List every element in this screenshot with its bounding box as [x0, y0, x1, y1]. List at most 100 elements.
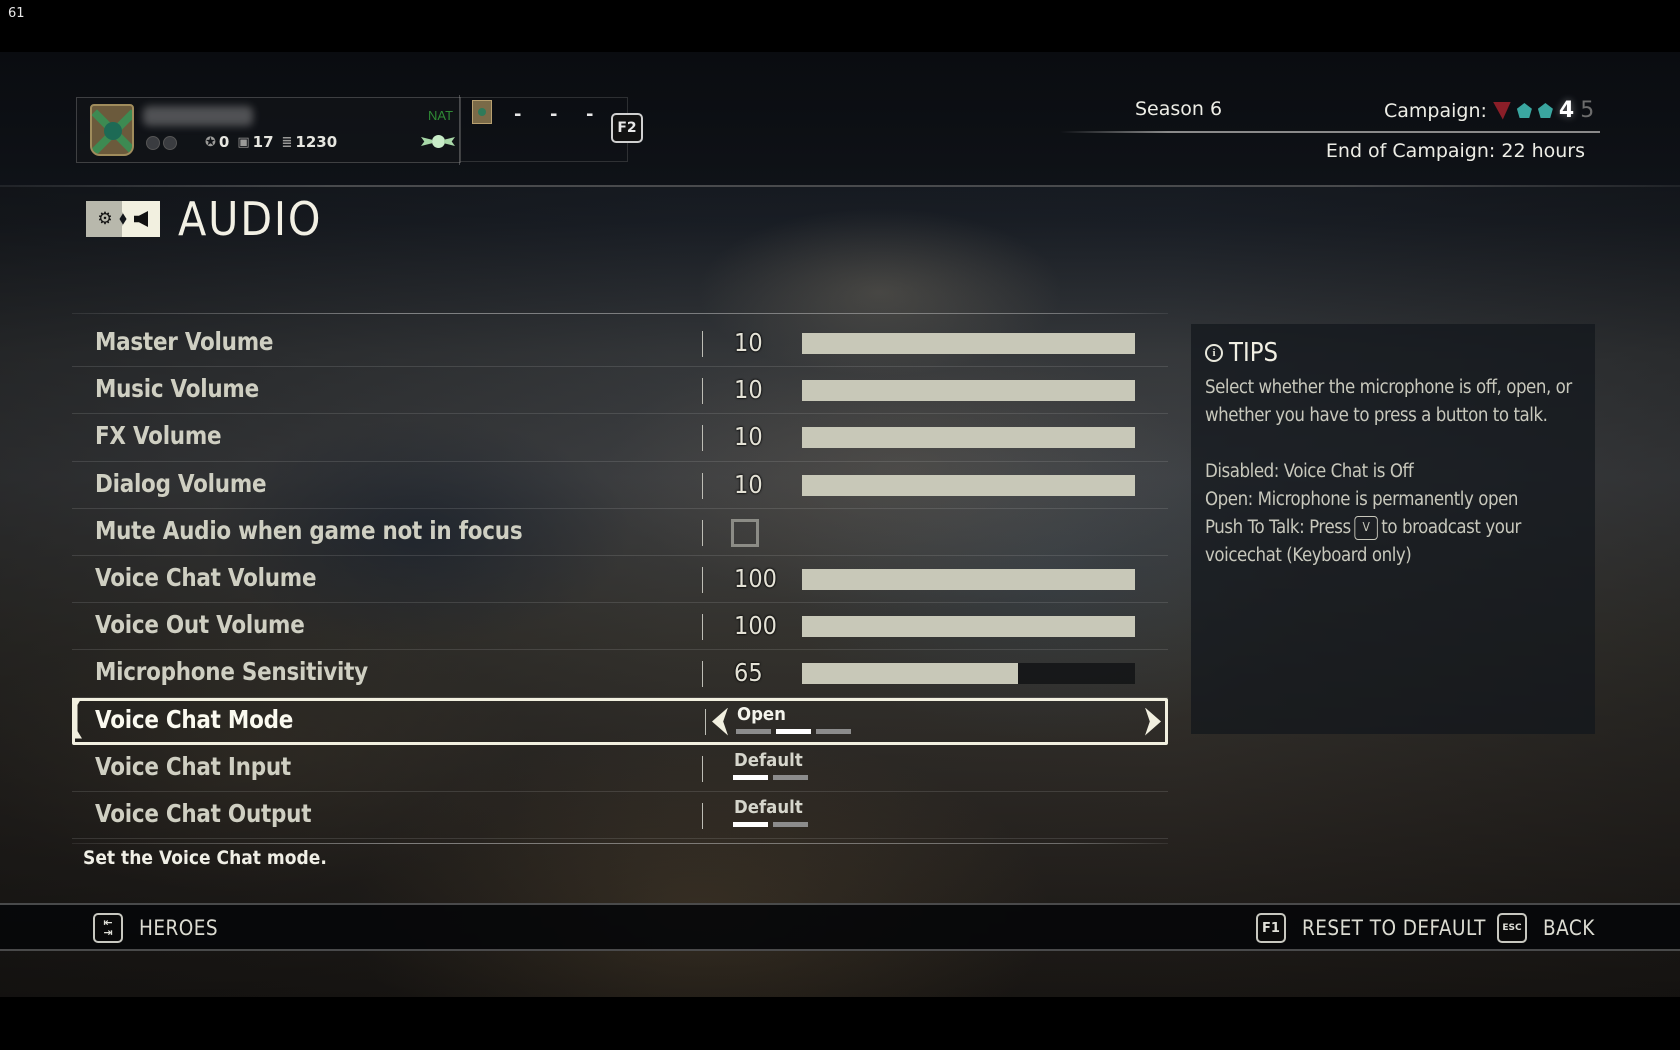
audio-settings-icon: ⚙ — [86, 201, 162, 237]
party-slot: - — [514, 104, 522, 125]
fps-counter: 61 — [8, 6, 25, 21]
divider — [72, 313, 1168, 314]
arrow-left-icon[interactable] — [712, 707, 728, 736]
slider-fill — [802, 474, 1135, 496]
chest-icon: ▣ — [237, 134, 250, 150]
option-indicator — [733, 821, 808, 827]
settings-list: Master Volume 10 Music Volume 10 FX Volume 10… — [72, 320, 1168, 840]
player-name-blurred — [143, 106, 253, 126]
setting-row-voice-chat-input[interactable]: Voice Chat Input Default — [72, 745, 1168, 792]
setting-row-mute-audio-when-game-not-in-focus[interactable]: Mute Audio when game not in focus — [72, 509, 1168, 556]
slider-fill — [802, 663, 1019, 685]
rank-badge-icon — [163, 136, 177, 150]
setting-value: 10 — [734, 469, 763, 499]
setting-row-dialog-volume[interactable]: Dialog Volume 10 — [72, 462, 1168, 509]
setting-row-voice-chat-output[interactable]: Voice Chat Output Default — [72, 792, 1168, 840]
slider-fill — [802, 333, 1135, 354]
setting-label: Music Volume — [95, 374, 259, 404]
volume-slider[interactable] — [802, 427, 1135, 449]
heroes-button[interactable]: ⇤ ⇥ HEROES — [93, 913, 229, 943]
season-label: Season 6 — [1135, 98, 1223, 120]
rank-badge-icon — [146, 136, 160, 150]
setting-row-voice-chat-volume[interactable]: Voice Chat Volume 100 — [72, 556, 1168, 604]
option-indicator — [736, 728, 851, 734]
setting-row-voice-chat-mode[interactable]: Voice Chat Mode Open — [72, 697, 1168, 745]
setting-label: Mute Audio when game not in focus — [95, 515, 523, 545]
option-value: Default — [734, 796, 803, 818]
tips-panel: i TIPS Select whether the microphone is … — [1191, 324, 1595, 734]
divider — [702, 378, 703, 405]
divider — [702, 802, 703, 829]
setting-row-master-volume[interactable]: Master Volume 10 — [72, 320, 1168, 368]
footer-bar: ⇤ ⇥ HEROES F1 RESET TO DEFAULT ESC BACK — [0, 903, 1680, 951]
divider — [702, 331, 703, 357]
faction-tag: NAT — [428, 108, 454, 123]
setting-label: Microphone Sensitivity — [95, 657, 368, 687]
option-indicator — [733, 774, 808, 780]
divider — [72, 843, 1168, 844]
divider — [702, 425, 703, 452]
back-label: BACK — [1543, 916, 1595, 940]
info-icon: i — [1205, 344, 1223, 362]
setting-row-music-volume[interactable]: Music Volume 10 — [72, 367, 1168, 415]
setting-row-fx-volume[interactable]: FX Volume 10 — [72, 414, 1168, 462]
party-key-button[interactable]: F2 — [611, 113, 643, 143]
campaign-progress: Campaign: 4 5 — [1384, 98, 1594, 123]
campaign-current-round: 4 — [1558, 98, 1575, 123]
tips-body: Select whether the microphone is off, op… — [1205, 374, 1583, 570]
option-pip — [816, 728, 851, 734]
party-slot: - — [550, 104, 558, 125]
reset-to-default-button[interactable]: F1 RESET TO DEFAULT — [1256, 913, 1511, 943]
back-button[interactable]: ESC BACK — [1497, 913, 1602, 943]
page-title: AUDIO — [178, 192, 323, 246]
setting-label: Voice Chat Mode — [95, 704, 294, 734]
setting-row-microphone-sensitivity[interactable]: Microphone Sensitivity 65 — [72, 650, 1168, 698]
divider — [702, 755, 703, 782]
stat-value: 0 — [218, 133, 230, 151]
tips-line-push-to-talk: Push To Talk: Press Vto broadcast your vo… — [1205, 514, 1583, 570]
stat-reputation: ✪ 0 — [205, 133, 229, 151]
stat-value: 17 — [252, 133, 274, 151]
esc-key-icon: ESC — [1497, 913, 1527, 943]
setting-value: 10 — [734, 422, 763, 452]
volume-slider[interactable] — [802, 474, 1135, 496]
end-of-campaign-timer: End of Campaign: 22 hours — [1325, 140, 1585, 162]
reputation-icon: ✪ — [205, 134, 216, 150]
campaign-label: Campaign: — [1384, 99, 1487, 122]
arrow-right-icon[interactable] — [1145, 707, 1161, 736]
divider — [702, 661, 703, 688]
rank-badges — [146, 136, 177, 150]
setting-label: FX Volume — [95, 421, 222, 451]
tips-line-disabled: Disabled: Voice Chat is Off — [1205, 461, 1414, 482]
option-value: Default — [734, 749, 803, 771]
tips-title: TIPS — [1229, 338, 1279, 368]
party-slot: - — [586, 104, 594, 125]
divider — [705, 708, 706, 735]
slider-fill — [802, 568, 1135, 590]
slider-fill — [802, 616, 1135, 638]
selection-bracket — [72, 697, 82, 739]
setting-description: Set the Voice Chat mode. — [83, 847, 327, 869]
setting-label: Voice Out Volume — [95, 610, 305, 640]
option-pip — [736, 728, 771, 734]
volume-slider[interactable] — [802, 380, 1135, 402]
volume-slider[interactable] — [802, 333, 1135, 354]
stat-value: 1230 — [295, 133, 338, 151]
volume-slider[interactable] — [802, 663, 1135, 685]
setting-label: Voice Chat Output — [95, 798, 312, 828]
steel-icon: ≣ — [281, 134, 293, 150]
volume-slider[interactable] — [802, 616, 1135, 638]
option-pip — [733, 774, 768, 780]
gear-icon: ⚙ — [86, 201, 124, 237]
speaker-icon — [122, 201, 160, 237]
setting-label: Voice Chat Volume — [95, 562, 317, 592]
divider — [702, 566, 703, 593]
divider — [0, 185, 1680, 187]
key-v-icon: V — [1354, 516, 1378, 540]
campaign-faction-flag-icon — [1492, 101, 1511, 120]
volume-slider[interactable] — [802, 568, 1135, 590]
setting-row-voice-out-volume[interactable]: Voice Out Volume 100 — [72, 603, 1168, 651]
slider-fill — [802, 380, 1135, 402]
mute-unfocused-checkbox[interactable] — [731, 518, 759, 547]
tips-line-open: Open: Microphone is permanently open — [1205, 489, 1518, 510]
